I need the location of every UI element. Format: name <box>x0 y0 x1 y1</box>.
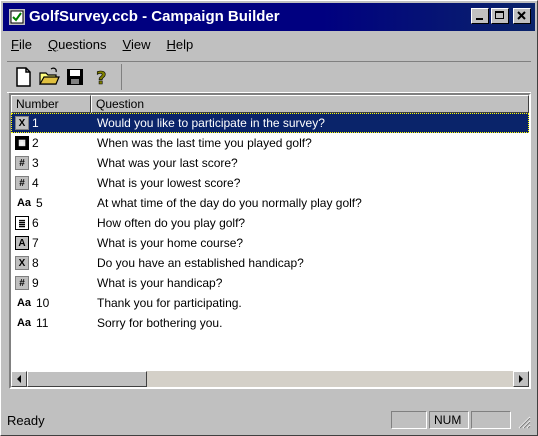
table-row[interactable]: X8 Do you have an established handicap? <box>11 253 529 273</box>
status-text: Ready <box>7 413 45 428</box>
scroll-thumb[interactable] <box>27 371 147 387</box>
arrow-left-icon <box>17 375 21 383</box>
table-row[interactable]: #3 What was your last score? <box>11 153 529 173</box>
question-list[interactable]: Number Question X1 Would you like to par… <box>9 93 531 389</box>
maximize-button[interactable] <box>491 8 509 24</box>
new-button[interactable] <box>11 65 35 89</box>
menu-view[interactable]: View <box>115 35 159 57</box>
table-row[interactable]: Aa 10 Thank you for participating. <box>11 293 529 313</box>
open-button[interactable] <box>37 65 61 89</box>
text-type-icon: Aa <box>16 297 32 309</box>
text-type-icon: Aa <box>16 197 32 209</box>
column-number-header[interactable]: Number <box>11 95 91 113</box>
help-button[interactable]: ? <box>89 65 113 90</box>
status-panel-caps <box>391 411 427 429</box>
minimize-button[interactable] <box>471 8 489 24</box>
answer-type-icon: A <box>15 236 29 250</box>
scroll-right-button[interactable] <box>513 371 529 387</box>
campaign-builder-app-icon <box>9 9 25 25</box>
status-panel-scroll <box>471 411 511 429</box>
table-row[interactable]: A7 What is your home course? <box>11 233 529 253</box>
table-row[interactable]: ▦ 2 When was the last time you played gol… <box>11 133 529 153</box>
text-type-icon: Aa <box>16 317 32 329</box>
save-button[interactable] <box>63 65 87 89</box>
table-row[interactable]: #4 What is your lowest score? <box>11 173 529 193</box>
date-type-icon: ▦ <box>15 136 29 150</box>
save-disk-icon <box>67 69 83 85</box>
numeric-type-icon: # <box>15 276 29 290</box>
horizontal-scrollbar[interactable] <box>11 371 529 387</box>
checkbox-type-icon: X <box>15 256 29 270</box>
arrow-right-icon <box>519 375 523 383</box>
title-bar[interactable]: GolfSurvey.ccb - Campaign Builder <box>3 3 535 31</box>
column-question-header[interactable]: Question <box>91 95 529 113</box>
list-type-icon: ≣ <box>15 216 29 230</box>
scroll-left-button[interactable] <box>11 371 27 387</box>
checkbox-type-icon: X <box>15 116 29 130</box>
table-row[interactable]: Aa 5 At what time of the day do you norma… <box>11 193 529 213</box>
menu-file[interactable]: File <box>3 35 40 57</box>
new-document-icon <box>16 67 31 87</box>
toolbar: ? <box>7 61 531 93</box>
close-icon <box>517 11 526 20</box>
open-folder-icon <box>38 67 60 85</box>
numeric-type-icon: # <box>15 176 29 190</box>
close-button[interactable] <box>513 8 531 24</box>
window-title: GolfSurvey.ccb - Campaign Builder <box>29 8 280 25</box>
status-panel-num: NUM <box>429 411 469 429</box>
status-bar: Ready NUM <box>5 409 533 431</box>
table-row[interactable]: Aa 11 Sorry for bothering you. <box>11 313 529 333</box>
list-header: Number Question <box>11 95 529 113</box>
menu-help[interactable]: Help <box>158 35 201 57</box>
table-row[interactable]: #9 What is your handicap? <box>11 273 529 293</box>
help-question-icon: ? <box>96 68 107 90</box>
menu-questions[interactable]: Questions <box>40 35 115 57</box>
table-row[interactable]: ≣ 6 How often do you play golf? <box>11 213 529 233</box>
resize-grip-icon[interactable] <box>515 413 531 429</box>
table-row[interactable]: X1 Would you like to participate in the … <box>11 113 529 133</box>
svg-text:?: ? <box>96 68 106 89</box>
menu-bar: File Questions View Help <box>3 35 201 57</box>
numeric-type-icon: # <box>15 156 29 170</box>
app-window: GolfSurvey.ccb - Campaign Builder File Q… <box>0 0 538 436</box>
